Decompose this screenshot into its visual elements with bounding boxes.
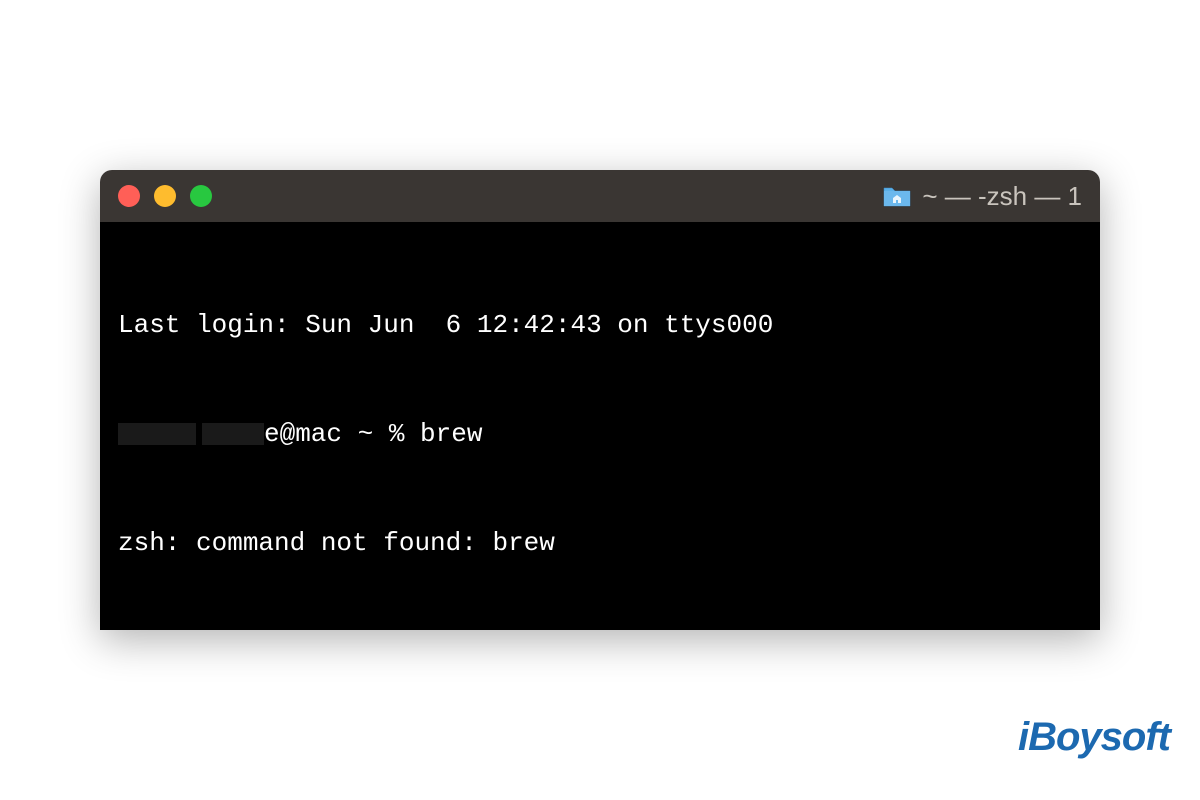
window-titlebar: ~ — -zsh — 1	[100, 170, 1100, 222]
terminal-window: ~ — -zsh — 1 Last login: Sun Jun 6 12:42…	[100, 170, 1100, 630]
last-login-text: Last login: Sun Jun 6 12:42:43 on ttys00…	[118, 307, 773, 343]
home-folder-icon	[882, 184, 912, 208]
close-button[interactable]	[118, 185, 140, 207]
terminal-line-login: Last login: Sun Jun 6 12:42:43 on ttys00…	[118, 307, 1082, 343]
window-title-text: ~ — -zsh — 1	[922, 181, 1082, 212]
redacted-username	[202, 423, 264, 445]
redacted-username	[118, 423, 196, 445]
window-title: ~ — -zsh — 1	[882, 181, 1082, 212]
command-text: brew	[420, 416, 482, 452]
minimize-button[interactable]	[154, 185, 176, 207]
traffic-lights	[118, 185, 212, 207]
maximize-button[interactable]	[190, 185, 212, 207]
error-text: zsh: command not found: brew	[118, 525, 555, 561]
prompt-text: e@mac ~ %	[264, 416, 420, 452]
watermark-text: iBoysoft	[1018, 715, 1170, 759]
watermark-logo: iBoysoft	[1018, 715, 1170, 760]
terminal-body[interactable]: Last login: Sun Jun 6 12:42:43 on ttys00…	[100, 222, 1100, 630]
terminal-line-command: e@mac ~ % brew	[118, 416, 1082, 452]
terminal-line-error: zsh: command not found: brew	[118, 525, 1082, 561]
